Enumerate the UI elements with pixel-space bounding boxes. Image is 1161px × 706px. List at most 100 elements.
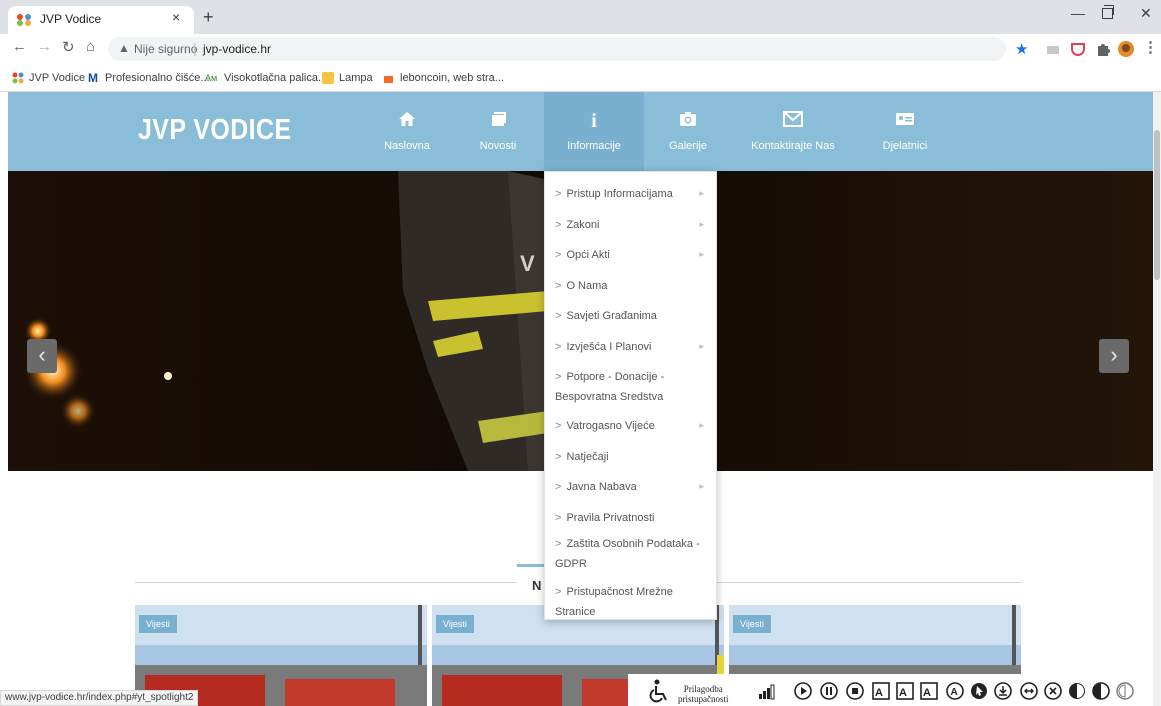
extensions-puzzle-icon[interactable] xyxy=(1095,41,1111,57)
card-category-tag[interactable]: Vijesti xyxy=(436,615,474,633)
card-category-tag[interactable]: Vijesti xyxy=(733,615,771,633)
close-circle-icon[interactable] xyxy=(1044,682,1062,700)
nav-item-kontakt[interactable]: Kontaktirajte Nas xyxy=(738,92,848,171)
security-indicator[interactable]: Nije sigurno xyxy=(134,42,197,56)
bookmark-item[interactable]: leboncoin, web stra... xyxy=(383,71,504,85)
svg-text:A: A xyxy=(899,687,907,699)
camera-icon xyxy=(658,110,718,132)
tab-title: JVP Vodice xyxy=(40,12,102,26)
warning-icon[interactable]: ▲ xyxy=(118,41,130,55)
restore-icon[interactable] xyxy=(1102,5,1114,19)
url-text[interactable]: jvp-vodice.hr xyxy=(203,42,271,56)
browser-tab[interactable]: JVP Vodice × xyxy=(8,6,194,34)
stop-icon[interactable] xyxy=(846,682,864,700)
dropdown-item[interactable]: > Zaštita Osobnih Podataka - GDPR xyxy=(555,534,705,574)
nav-item-naslovna[interactable]: Naslovna xyxy=(372,92,442,171)
dropdown-item[interactable]: > Savjeti Građanima xyxy=(555,306,657,326)
expand-icon[interactable] xyxy=(1020,682,1038,700)
tab-close-icon[interactable]: × xyxy=(172,9,180,25)
play-icon[interactable] xyxy=(794,682,812,700)
nav-label: Kontaktirajte Nas xyxy=(751,140,835,152)
svg-text:A: A xyxy=(875,687,883,699)
font-increase-icon[interactable]: A xyxy=(872,682,890,700)
readable-font-icon[interactable]: A xyxy=(946,682,964,700)
browser-toolbar: ← → ↻ ⌂ ▲ Nije sigurno | jvp-vodice.hr ★… xyxy=(0,34,1161,64)
minimize-icon[interactable]: — xyxy=(1071,5,1085,21)
svg-text:A: A xyxy=(923,687,931,699)
card-category-tag[interactable]: Vijesti xyxy=(139,615,177,633)
submenu-arrow-icon: ▸ xyxy=(699,420,704,430)
dropdown-item[interactable]: > O Nama xyxy=(555,276,607,296)
pause-icon[interactable] xyxy=(820,682,838,700)
chevron-right-icon: > xyxy=(555,481,562,493)
slider-prev-button[interactable]: ‹ xyxy=(27,339,57,373)
url-separator: | xyxy=(193,40,197,56)
dropdown-item[interactable]: > Javna Nabava xyxy=(555,477,637,497)
browser-status-bar: www.jvp-vodice.hr/index.php#yt_spotlight… xyxy=(0,690,199,706)
chevron-right-icon: > xyxy=(555,280,562,292)
dropdown-item[interactable]: > Potpore - Donacije - Bespovratna Sredst… xyxy=(555,367,705,407)
high-contrast-icon[interactable] xyxy=(1068,682,1086,700)
bookmark-label: Visokotlačna palica... xyxy=(224,72,328,84)
bookmark-label: Profesionalno čišće... xyxy=(105,72,210,84)
dropdown-item[interactable]: > Pristupačnost Mrežne Stranice xyxy=(555,582,716,622)
accessibility-label: Prilagodba pristupačnosti xyxy=(678,684,729,704)
dropdown-item[interactable]: > Natječaji xyxy=(555,447,609,467)
site-logo[interactable]: JVP VODICE xyxy=(138,114,292,147)
chevron-right-icon: > xyxy=(555,341,562,353)
back-icon[interactable]: ← xyxy=(12,38,27,55)
low-contrast-icon[interactable] xyxy=(1116,682,1134,700)
bookmark-item[interactable]: Aᴍ Visokotlačna palica... xyxy=(205,71,327,85)
font-decrease-icon[interactable]: A xyxy=(896,682,914,700)
svg-text:A: A xyxy=(951,687,958,698)
site-navbar: JVP VODICE Naslovna Novosti i Informacij… xyxy=(8,92,1153,171)
slider-next-button[interactable]: › xyxy=(1099,339,1129,373)
download-icon[interactable] xyxy=(994,682,1012,700)
dropdown-item[interactable]: > Pravila Privatnosti xyxy=(555,508,654,528)
am-logo-icon: Aᴍ xyxy=(205,73,218,83)
dropdown-item[interactable]: > Pristup Informacijama xyxy=(555,184,673,204)
nav-label: Galerije xyxy=(669,140,707,152)
nav-item-informacije[interactable]: i Informacije xyxy=(544,92,644,171)
forward-icon[interactable]: → xyxy=(37,38,52,55)
chevron-right-icon: > xyxy=(555,219,562,231)
home-button-icon[interactable]: ⌂ xyxy=(86,38,95,55)
cursor-icon[interactable] xyxy=(970,682,988,700)
bookmark-item[interactable]: JVP Vodice xyxy=(12,71,85,85)
font-reset-icon[interactable]: A xyxy=(920,682,938,700)
volume-level-icon[interactable] xyxy=(758,682,776,700)
nav-item-galerije[interactable]: Galerije xyxy=(658,92,718,171)
bookmark-item[interactable]: Lampa xyxy=(322,71,373,85)
submenu-arrow-icon: ▸ xyxy=(699,341,704,351)
extension-icon[interactable] xyxy=(1045,41,1061,57)
chevron-right-icon: > xyxy=(555,586,562,598)
nav-item-djelatnici[interactable]: Djelatnici xyxy=(870,92,940,171)
section-divider xyxy=(135,582,517,583)
chevron-right-icon: > xyxy=(555,451,562,463)
folder-icon xyxy=(322,72,334,84)
bookmarks-bar: JVP Vodice M Profesionalno čišće... Aᴍ V… xyxy=(0,64,1161,92)
dropdown-item[interactable]: > Opći Akti xyxy=(555,245,610,265)
info-icon: i xyxy=(591,110,597,132)
profile-avatar-icon[interactable] xyxy=(1118,41,1134,57)
bookmark-item[interactable]: M Profesionalno čišće... xyxy=(88,71,210,85)
dropdown-item[interactable]: > Zakoni xyxy=(555,215,599,235)
submenu-arrow-icon: ▸ xyxy=(699,249,704,259)
informacije-dropdown: > Pristup Informacijama ▸ > Zakoni ▸ > Opći… xyxy=(544,171,717,620)
scrollbar-thumb[interactable] xyxy=(1154,130,1160,280)
pocket-icon[interactable] xyxy=(1070,41,1086,57)
menu-dots-icon[interactable]: ⋮ xyxy=(1143,38,1158,56)
bookmark-star-icon[interactable]: ★ xyxy=(1015,40,1028,58)
wheelchair-icon[interactable] xyxy=(646,678,672,704)
news-icon xyxy=(463,110,533,132)
submenu-arrow-icon: ▸ xyxy=(699,188,704,198)
contrast-icon[interactable] xyxy=(1092,682,1110,700)
dropdown-item[interactable]: > Izvješća I Planovi xyxy=(555,337,651,357)
home-icon xyxy=(372,110,442,132)
nav-item-novosti[interactable]: Novosti xyxy=(463,92,533,171)
window-close-icon[interactable]: ✕ xyxy=(1140,5,1152,22)
new-tab-button[interactable]: + xyxy=(203,7,214,28)
address-bar[interactable]: ▲ Nije sigurno | jvp-vodice.hr xyxy=(108,37,1006,61)
reload-icon[interactable]: ↻ xyxy=(62,38,75,56)
dropdown-item[interactable]: > Vatrogasno Vijeće xyxy=(555,416,655,436)
